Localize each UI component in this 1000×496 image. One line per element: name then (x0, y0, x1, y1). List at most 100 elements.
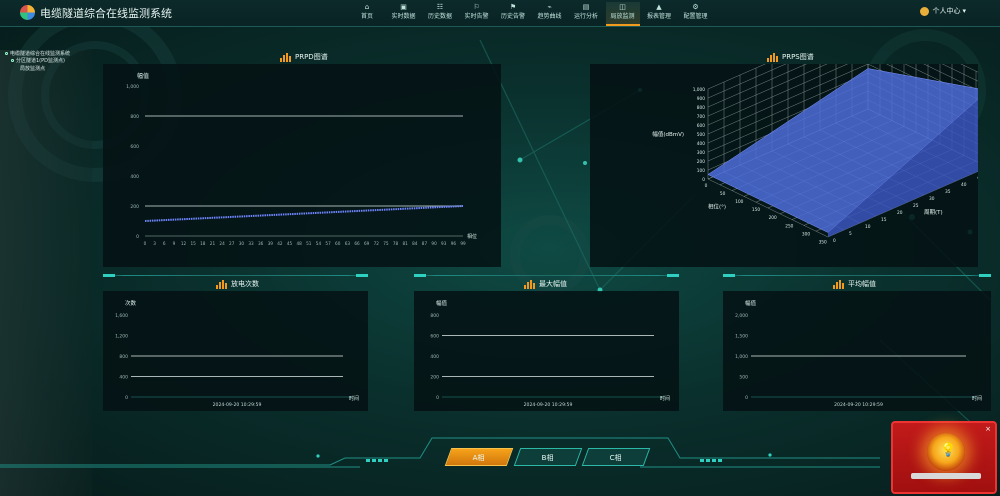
y-tick-label: 30 (929, 196, 935, 202)
prps-chart: 01002003004005006007008009001,000幅值(dBmV… (652, 18, 999, 245)
y-tick-label: 800 (430, 313, 439, 319)
nav-label: 局放监测 (610, 13, 635, 20)
x-tick-label: 75 (383, 241, 389, 246)
close-icon[interactable]: × (985, 425, 991, 433)
y-tick-label: 15 (881, 217, 887, 223)
tree-node-icon (11, 59, 14, 62)
x-tick-label: 36 (258, 241, 264, 246)
separator (723, 274, 991, 277)
chart-title-icon (833, 279, 845, 289)
nav-label: 历史数据 (427, 13, 452, 20)
x-tick-label: 57 (325, 241, 331, 246)
y-tick-label: 0 (436, 395, 439, 401)
phase-c-button[interactable]: C相 (581, 448, 651, 466)
x-tick-label: 2024-09-20 10:29:59 (834, 402, 883, 408)
nav-item-8[interactable]: ▲ 报表管理 (642, 2, 676, 26)
y-tick-label: 200 (130, 204, 139, 210)
tree-item-root[interactable]: 电缆隧道综合在线监测系统 (0, 51, 92, 58)
x-tick-label: 66 (354, 241, 360, 246)
phase-b-button[interactable]: B相 (513, 448, 583, 466)
x-tick-label: 18 (200, 241, 206, 246)
nav-item-5[interactable]: ⌁ 趋势曲线 (533, 2, 567, 26)
history-icon: ☷ (436, 3, 444, 11)
z-tick-label: 500 (697, 132, 705, 138)
x-axis-label: 时间 (349, 395, 359, 402)
x-tick-label: 200 (769, 215, 777, 221)
nav-label: 配置管理 (683, 13, 708, 20)
chevron-down-icon: ▾ (962, 7, 966, 15)
main-nav: ⌂ 首页 ▣ 实时数据 ☷ 历史数据 ⚐ 实时告警 ⚑ 历史告警 ⌁ 趋势曲线 ▤ 运行分析 ◫ 局放监测 ▲ 报… (350, 2, 715, 26)
y-tick-label: 35 (945, 189, 951, 195)
nav-item-4[interactable]: ⚑ 历史告警 (496, 2, 530, 26)
tree-item-tunnel[interactable]: 分区隧道1(PD监测点) (0, 58, 92, 65)
nav-item-9[interactable]: ⚙ 配置管理 (679, 2, 713, 26)
x-tick-label: 9 (173, 241, 176, 246)
user-menu[interactable]: 个人中心 ▾ (920, 6, 966, 16)
x-tick-label: 60 (335, 241, 341, 246)
nav-item-0[interactable]: ⌂ 首页 (350, 2, 384, 26)
prpd-panel: 幅值 0 200 400 600 800 1,000 0 3 6 9 12 15 18 21 24 27 30 33… (103, 64, 501, 267)
avatar-icon (920, 6, 930, 16)
app-logo-icon (20, 5, 35, 20)
x-axis-label: 相位(°) (708, 202, 726, 210)
nav-label: 报表管理 (646, 13, 671, 20)
nav-label: 趋势曲线 (537, 13, 562, 20)
nav-item-7[interactable]: ◫ 局放监测 (605, 2, 640, 26)
app-title: 电缆隧道综合在线监测系统 (40, 7, 172, 20)
y-tick-label: 0 (136, 234, 139, 240)
series-line (144, 205, 464, 222)
tree-item-pd-point[interactable]: 局放监测点 (0, 66, 92, 73)
nav-label: 首页 (360, 13, 373, 20)
y-tick-label: 0 (125, 395, 128, 401)
top-header: 电缆隧道综合在线监测系统 ⌂ 首页 ▣ 实时数据 ☷ 历史数据 ⚐ 实时告警 ⚑ 历史告警 ⌁ 趋势曲… (0, 0, 1000, 27)
nav-item-6[interactable]: ▤ 运行分析 (569, 2, 603, 26)
x-tick-label: 48 (297, 241, 303, 246)
discharge-count-title: 放电次数 (216, 279, 259, 289)
alarm-bell-icon: ⚐ (473, 3, 480, 11)
x-tick-label: 2024-09-20 10:29:59 (524, 402, 573, 408)
x-tick-label: 350 (819, 239, 827, 245)
phase-a-button[interactable]: A相 (444, 448, 514, 466)
z-axis-label: 幅值(dBmV) (652, 130, 684, 138)
y-tick-label: 600 (130, 144, 139, 150)
x-tick-label: 3 (153, 241, 156, 246)
y-tick-label: 10 (865, 224, 871, 230)
x-tick-label: 72 (374, 241, 380, 246)
x-tick-label: 50 (720, 191, 726, 197)
chart-title-icon (524, 279, 536, 289)
x-tick-label: 33 (248, 241, 254, 246)
y-axis-label: 次数 (125, 299, 137, 307)
chart-title-icon (280, 52, 292, 62)
x-tick-label: 150 (752, 207, 760, 213)
x-axis-label: 时间 (972, 395, 982, 402)
x-axis-label: 时间 (660, 395, 670, 402)
separator (103, 274, 368, 277)
monitor-icon: ▣ (400, 3, 407, 11)
x-tick-label: 250 (785, 223, 793, 229)
bulb-icon: 💡 (940, 443, 957, 458)
x-tick-label: 39 (268, 241, 274, 246)
nav-item-3[interactable]: ⚐ 实时告警 (460, 2, 494, 26)
alarm-widget[interactable]: × 💡 (891, 421, 997, 494)
y-tick-label: 1,000 (735, 354, 748, 360)
x-axis-label: 相位 (467, 233, 477, 240)
y-axis-label: 幅值 (137, 72, 149, 80)
y-tick-label: 400 (430, 354, 439, 360)
avg-amplitude-panel: 幅值 0 500 1,000 1,500 2,000 2024-09-20 10:29:59… (723, 291, 991, 411)
y-tick-label: 800 (130, 114, 139, 120)
x-tick-label: 27 (229, 241, 235, 246)
pd-monitor-icon: ◫ (619, 3, 626, 11)
tree-node-icon (5, 52, 8, 55)
x-tick-label: 12 (181, 241, 187, 246)
nav-item-1[interactable]: ▣ 实时数据 (387, 2, 421, 26)
z-tick-label: 1,000 (693, 87, 706, 93)
x-tick-label: 54 (316, 241, 322, 246)
y-tick-label: 500 (739, 375, 748, 381)
y-tick-label: 1,200 (115, 334, 128, 340)
prps-panel: 0 100 200 300 400 500 600 700 800 900 1,000 幅值(dBmV… (590, 18, 999, 267)
x-tick-label: 2024-09-20 10:29:59 (213, 402, 262, 408)
y-tick-label: 600 (430, 334, 439, 340)
x-tick-label: 93 (441, 241, 447, 246)
nav-item-2[interactable]: ☷ 历史数据 (423, 2, 457, 26)
discharge-count-panel: 次数 0 400 800 1,200 1,600 2024-09-20 10:29:59 时间 (103, 291, 368, 411)
